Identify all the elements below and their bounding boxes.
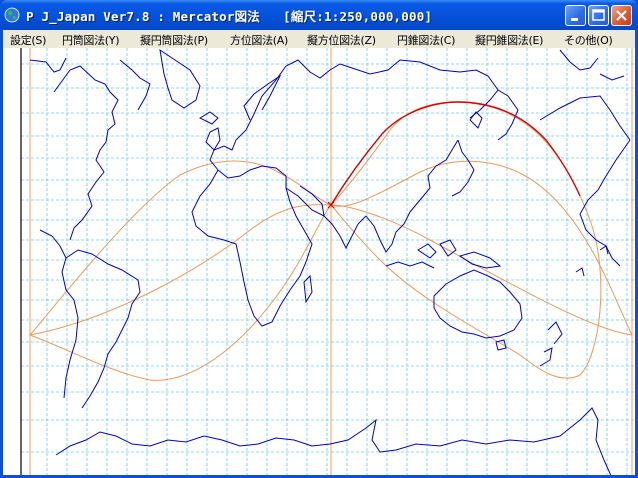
menu-azimuthal[interactable]: 方位図法(A) bbox=[230, 32, 288, 48]
coast-indonesia bbox=[385, 239, 457, 269]
menu-cylindrical[interactable]: 円筒図法(Y) bbox=[62, 32, 120, 48]
graticule bbox=[21, 48, 635, 475]
close-icon bbox=[616, 10, 627, 21]
maximize-button[interactable] bbox=[588, 5, 609, 26]
coast-china-east bbox=[409, 139, 459, 213]
coast-britain bbox=[205, 127, 221, 151]
menu-settings[interactable]: 設定(S) bbox=[10, 32, 46, 48]
menu-bar: 設定(S) 円筒図法(Y) 擬円筒図法(P) 方位図法(A) 擬方位図法(Z) … bbox=[3, 30, 635, 48]
great-circle-3 bbox=[29, 101, 602, 381]
coast-greenland bbox=[159, 48, 201, 109]
coast-arabia bbox=[285, 185, 325, 217]
coastlines bbox=[29, 48, 631, 475]
flight-route bbox=[330, 101, 581, 206]
coast-alaska bbox=[539, 95, 631, 141]
minimize-icon bbox=[571, 18, 578, 21]
coast-mediterranean bbox=[217, 165, 287, 179]
menu-pseudo-conic[interactable]: 擬円錐図法(E) bbox=[475, 32, 543, 48]
coast-iceland bbox=[198, 111, 219, 125]
close-button[interactable] bbox=[611, 5, 632, 26]
coast-south-america-west bbox=[61, 257, 79, 399]
coast-new-zealand bbox=[539, 321, 563, 367]
coast-north-america-hudson bbox=[29, 57, 67, 73]
window-title: P J_Japan Ver7.8 : Mercator図法 [縮尺:1:250,… bbox=[26, 9, 433, 24]
menu-pseudo-azimuthal[interactable]: 擬方位図法(Z) bbox=[307, 32, 376, 48]
coast-siberia bbox=[351, 59, 499, 119]
coast-greenland-west bbox=[119, 59, 151, 111]
app-window: P J_Japan Ver7.8 : Mercator図法 [縮尺:1:250,… bbox=[0, 0, 638, 478]
menu-pseudo-cylindrical[interactable]: 擬円筒図法(P) bbox=[140, 32, 208, 48]
coast-tasmania bbox=[495, 339, 507, 351]
coast-new-guinea bbox=[458, 251, 502, 269]
menu-conic[interactable]: 円錐図法(C) bbox=[397, 32, 455, 48]
coast-antarctica bbox=[55, 407, 612, 475]
coast-arctic-islands bbox=[559, 49, 625, 81]
menu-other[interactable]: その他(O) bbox=[564, 32, 613, 48]
coast-north-america-east bbox=[53, 65, 119, 241]
coast-southeast-asia bbox=[365, 211, 411, 253]
globe-app-icon bbox=[4, 7, 20, 23]
coast-central-america bbox=[39, 229, 67, 259]
maximize-icon bbox=[592, 9, 605, 21]
map-canvas[interactable] bbox=[3, 48, 635, 475]
mercator-map bbox=[20, 48, 635, 475]
title-bar[interactable]: P J_Japan Ver7.8 : Mercator図法 [縮尺:1:250,… bbox=[0, 0, 638, 30]
minimize-button[interactable] bbox=[565, 5, 586, 26]
